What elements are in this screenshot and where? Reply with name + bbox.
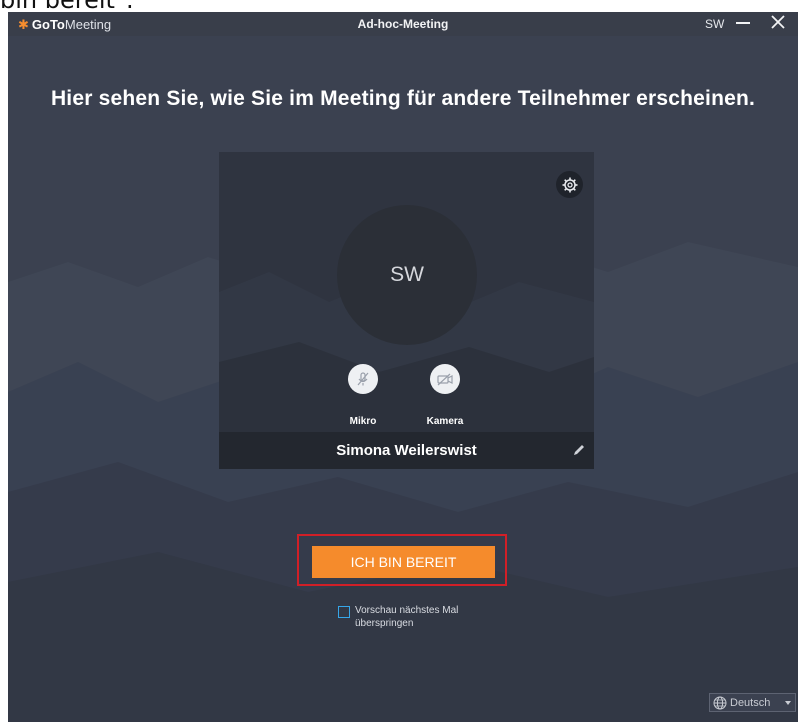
window-title: Ad-hoc-Meeting (357, 17, 449, 31)
user-initials[interactable]: SW (705, 17, 724, 31)
mic-toggle-button[interactable] (348, 364, 378, 394)
page-headline: Hier sehen Sie, wie Sie im Meeting für a… (50, 87, 756, 110)
language-select[interactable]: Deutsch (709, 693, 796, 712)
settings-button[interactable] (556, 171, 583, 198)
participant-name: Simona Weilerswist (336, 442, 477, 459)
language-selected-value: Deutsch (730, 696, 771, 709)
globe-icon (713, 696, 727, 709)
avatar-initials: SW (390, 263, 424, 286)
logo-goto-text: GoTo (31, 17, 65, 32)
minimize-icon (736, 22, 750, 24)
avatar: SW (337, 205, 477, 345)
logo-icon: ✱ (18, 17, 29, 32)
logo-meeting-text: Meeting (64, 17, 112, 32)
close-icon (771, 15, 785, 29)
skip-preview-label: Vorschau nächstes Mal überspringen (355, 605, 459, 629)
ready-button[interactable]: ICH BIN BEREIT (312, 546, 495, 578)
camera-label: Kamera (426, 416, 464, 427)
gotomeeting-logo: ✱ GoTo Meeting (18, 17, 111, 32)
chevron-down-icon (785, 700, 791, 705)
skip-preview-checkbox[interactable] (338, 606, 350, 618)
skip-preview-option[interactable]: Vorschau nächstes Mal überspringen (338, 604, 485, 630)
close-button[interactable] (765, 12, 791, 33)
participant-name-bar: Simona Weilerswist (219, 432, 594, 469)
camera-toggle-button[interactable] (430, 364, 460, 394)
mic-label: Mikro (349, 416, 377, 427)
video-preview-card: SW Mikro Kamera Simona Weilerswist (219, 152, 594, 469)
gotomeeting-window: ✱ GoTo Meeting Ad-hoc-Meeting SW Hier seh… (8, 12, 798, 722)
pencil-icon[interactable] (572, 443, 586, 457)
minimize-button[interactable] (732, 12, 754, 33)
mic-muted-icon (357, 372, 369, 386)
title-bar: ✱ GoTo Meeting Ad-hoc-Meeting SW (8, 12, 798, 36)
gear-icon (562, 177, 577, 192)
camera-off-icon (437, 373, 453, 386)
